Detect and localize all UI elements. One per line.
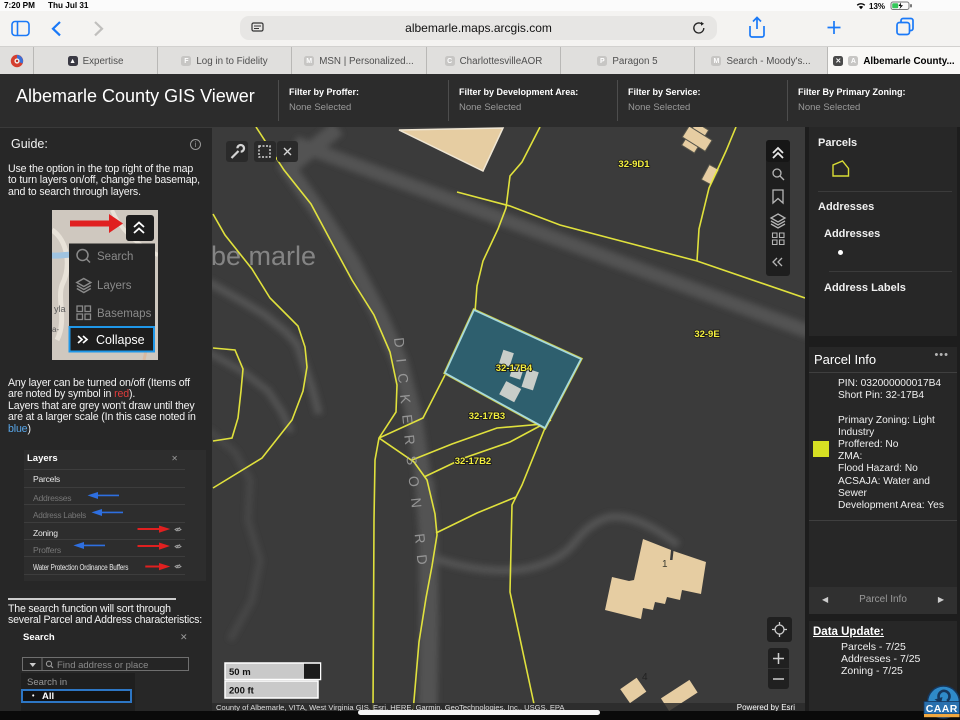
svg-text:32-17B4: 32-17B4 bbox=[496, 363, 533, 374]
svg-text:yla: yla bbox=[54, 304, 66, 314]
svg-text:13%: 13% bbox=[869, 2, 885, 10]
svg-text:Collapse: Collapse bbox=[96, 333, 145, 347]
svg-text:32-9D1: 32-9D1 bbox=[618, 159, 650, 170]
svg-text:Basemaps: Basemaps bbox=[97, 308, 152, 320]
svg-text:50 m: 50 m bbox=[229, 667, 251, 678]
svg-text:Search: Search bbox=[97, 251, 133, 263]
svg-text:1: 1 bbox=[662, 559, 668, 570]
svg-text:be marle: be marle bbox=[212, 241, 316, 271]
svg-text:4: 4 bbox=[642, 672, 648, 683]
svg-text:32-9E: 32-9E bbox=[694, 329, 719, 340]
svg-text:CAAR: CAAR bbox=[926, 703, 958, 715]
svg-text:32-17B2: 32-17B2 bbox=[455, 456, 491, 467]
svg-text:32-17B3: 32-17B3 bbox=[469, 411, 505, 422]
svg-text:Layers: Layers bbox=[97, 280, 132, 292]
svg-text:200 ft: 200 ft bbox=[229, 686, 255, 697]
svg-text:a-: a- bbox=[52, 325, 59, 334]
